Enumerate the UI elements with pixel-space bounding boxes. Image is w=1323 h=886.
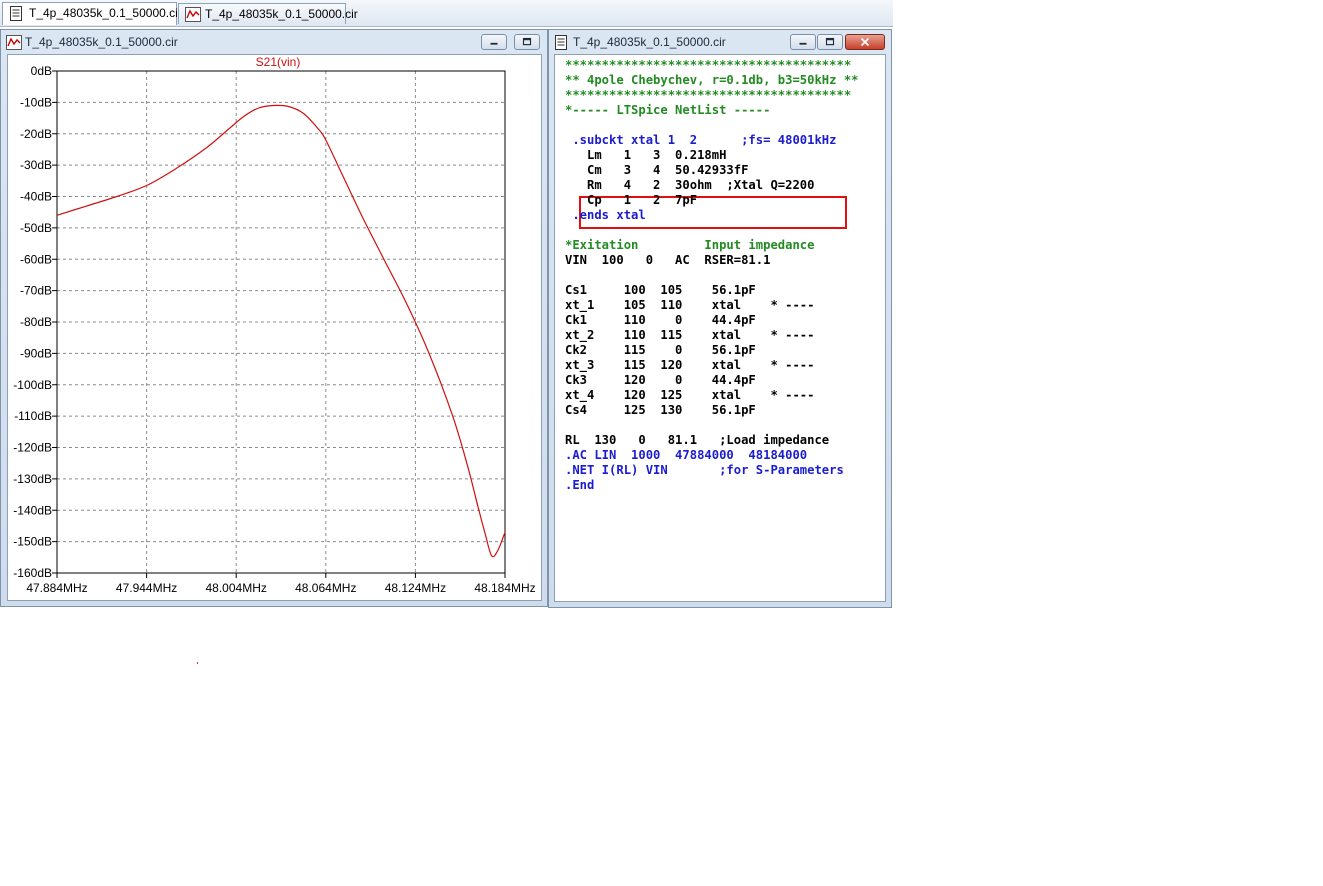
- tab-netlist[interactable]: T_4p_48035k_0.1_50000.cir: [2, 2, 182, 28]
- netlist-line: xt_4 120 125 xtal * ----: [565, 388, 815, 402]
- x-tick-label: 48.004MHz: [206, 581, 267, 595]
- minimize-button[interactable]: [481, 34, 507, 50]
- netlist-window-titlebar[interactable]: T_4p_48035k_0.1_50000.cir: [549, 30, 891, 54]
- y-tick-label: -90dB: [20, 346, 52, 360]
- y-tick-label: -70dB: [20, 284, 52, 298]
- y-tick-label: 0dB: [31, 64, 52, 78]
- netlist-line: Ck2 115 0 56.1pF: [565, 343, 756, 357]
- netlist-line: Ck3 120 0 44.4pF: [565, 373, 756, 387]
- netlist-document-icon: [9, 6, 23, 28]
- x-tick-label: 47.884MHz: [26, 581, 87, 595]
- series-line-s21: [56, 104, 506, 558]
- plot-window-title: T_4p_48035k_0.1_50000.cir: [25, 35, 178, 49]
- netlist-line: Ck1 110 0 44.4pF: [565, 313, 756, 327]
- netlist-line: .subckt xtal 1 2 ;fs= 48001kHz: [565, 133, 837, 147]
- y-tick-label: -140dB: [13, 503, 52, 517]
- netlist-line: ** 4pole Chebychev, r=0.1db, b3=50kHz **: [565, 73, 859, 87]
- netlist-line: *Exitation Input impedance: [565, 238, 815, 252]
- restore-button[interactable]: [514, 34, 540, 50]
- x-tick-label: 48.124MHz: [385, 581, 446, 595]
- netlist-line: xt_3 115 120 xtal * ----: [565, 358, 815, 372]
- netlist-line: .ends xtal: [565, 208, 646, 222]
- netlist-line: Cs4 125 130 56.1pF: [565, 403, 756, 417]
- netlist-line: Cs1 100 105 56.1pF: [565, 283, 756, 297]
- y-tick-label: -150dB: [13, 535, 52, 549]
- tab-plot[interactable]: T_4p_48035k_0.1_50000.cir: [178, 3, 358, 24]
- y-tick-label: -100dB: [13, 378, 52, 392]
- netlist-line: Cp 1 2 7pF: [565, 193, 698, 207]
- netlist-window-title: T_4p_48035k_0.1_50000.cir: [573, 35, 726, 49]
- plot-window: T_4p_48035k_0.1_50000.cir 0dB -10dB -20dB -…: [0, 29, 548, 607]
- netlist-line: xt_1 105 110 xtal * ----: [565, 298, 815, 312]
- netlist-line: VIN 100 0 AC RSER=81.1: [565, 253, 771, 267]
- y-tick-label: -50dB: [20, 221, 52, 235]
- tab-netlist-label: T_4p_48035k_0.1_50000.cir: [29, 6, 182, 20]
- x-tick-label: 48.064MHz: [295, 581, 356, 595]
- netlist-line: .End: [565, 478, 595, 492]
- plot-pane[interactable]: 0dB -10dB -20dB -30dB -40dB -50dB -60dB -70dB -8…: [7, 54, 542, 601]
- y-tick-label: -120dB: [13, 441, 52, 455]
- y-tick-label: -40dB: [20, 190, 52, 204]
- tab-plot-label: T_4p_48035k_0.1_50000.cir: [205, 7, 358, 21]
- netlist-line: .NET I(RL) VIN ;for S-Parameters: [565, 463, 844, 477]
- x-tick-label: 48.184MHz: [474, 581, 535, 595]
- y-tick-label: -30dB: [20, 158, 52, 172]
- y-tick-label: -20dB: [20, 127, 52, 141]
- y-tick-label: -160dB: [13, 566, 52, 580]
- netlist-editor[interactable]: *************************************** *…: [554, 54, 886, 602]
- netlist-window: T_4p_48035k_0.1_50000.cir **************…: [548, 29, 892, 608]
- stray-pixel: [197, 662, 198, 664]
- y-tick-label: -110dB: [14, 409, 52, 423]
- x-tick-label: 47.944MHz: [116, 581, 177, 595]
- netlist-line: Lm 1 3 0.218mH: [565, 148, 727, 162]
- series-label: S21(vin): [256, 55, 301, 69]
- netlist-line: Rm 4 2 30ohm ;Xtal Q=2200: [565, 178, 815, 192]
- close-button[interactable]: [845, 34, 885, 50]
- restore-button[interactable]: [817, 34, 843, 50]
- y-tick-label: -60dB: [20, 252, 52, 266]
- netlist-line: RL 130 0 81.1 ;Load impedance: [565, 433, 830, 447]
- netlist-line: ***************************************: [565, 88, 852, 102]
- minimize-button[interactable]: [790, 34, 816, 50]
- netlist-line: .AC LIN 1000 47884000 48184000: [565, 448, 808, 462]
- plot-window-titlebar[interactable]: T_4p_48035k_0.1_50000.cir: [1, 30, 547, 54]
- netlist-line: xt_2 110 115 xtal * ----: [565, 328, 815, 342]
- y-tick-label: -10dB: [20, 95, 52, 109]
- document-tab-strip: T_4p_48035k_0.1_50000.cir T_4p_48035k_0.…: [0, 0, 893, 27]
- y-tick-label: -130dB: [13, 472, 52, 486]
- netlist-line: *----- LTSpice NetList -----: [565, 103, 771, 117]
- netlist-line: Cm 3 4 50.42933fF: [565, 163, 749, 177]
- s21-chart[interactable]: 0dB -10dB -20dB -30dB -40dB -50dB -60dB -70dB -8…: [8, 55, 543, 602]
- waveform-plot-icon: [185, 7, 201, 29]
- netlist-line: ***************************************: [565, 58, 852, 72]
- y-tick-label: -80dB: [20, 315, 52, 329]
